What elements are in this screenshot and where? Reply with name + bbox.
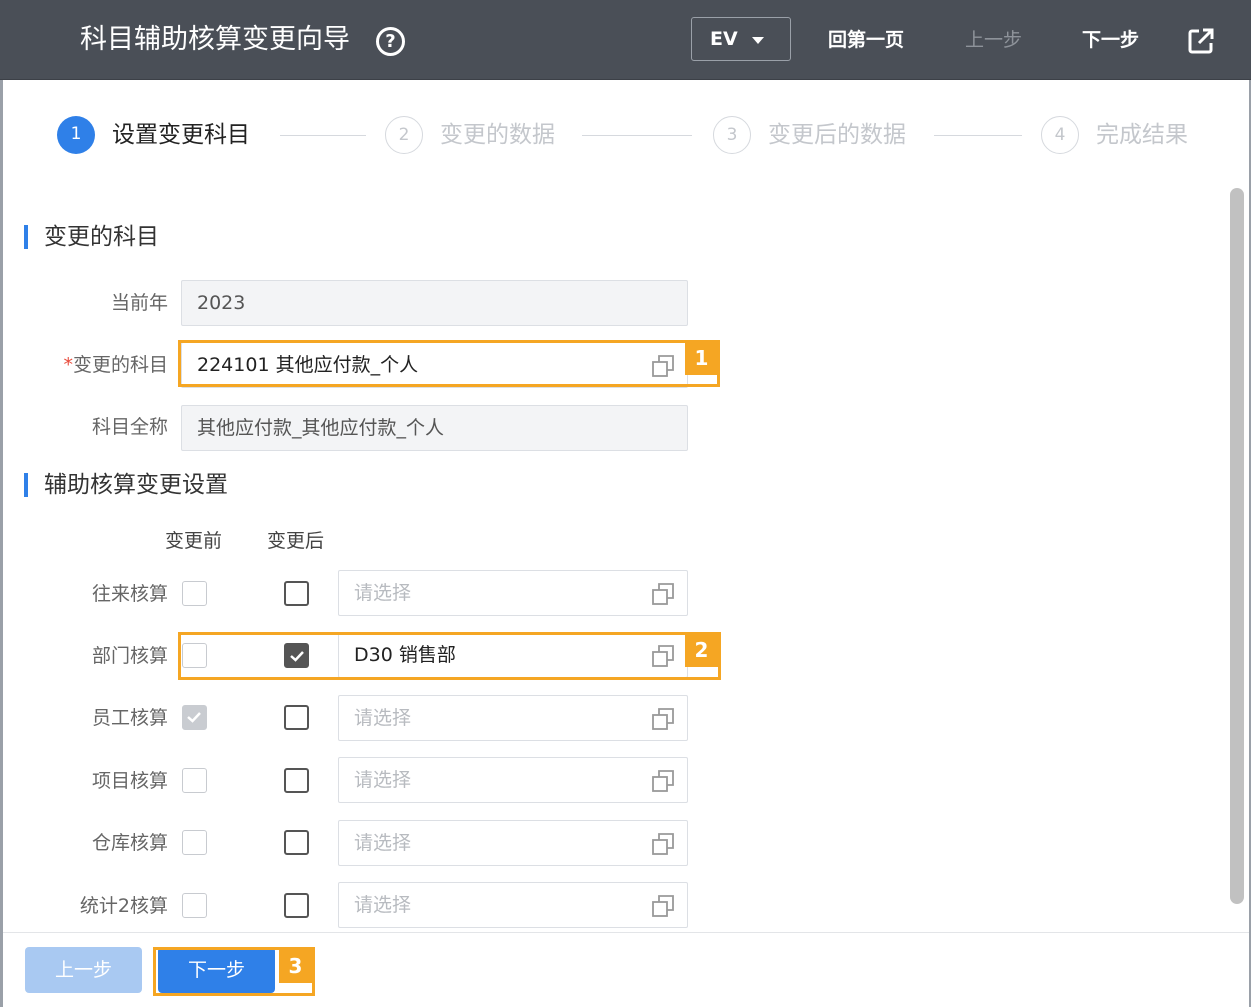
step-4-label: 完成结果 <box>1096 122 1188 148</box>
copy-icon[interactable] <box>651 354 675 378</box>
footer-next-button[interactable]: 下一步 <box>158 947 275 993</box>
header-next-button[interactable]: 下一步 <box>1082 27 1139 53</box>
checkbox-after[interactable] <box>284 830 309 855</box>
step-1-circle: 1 <box>57 116 95 154</box>
select-placeholder: 请选择 <box>354 894 412 916</box>
copy-icon[interactable] <box>651 707 675 731</box>
checkbox-before[interactable] <box>182 768 207 793</box>
annotation-badge-1: 1 <box>685 342 718 375</box>
window-border-left <box>0 80 3 1007</box>
checkbox-before[interactable] <box>182 643 207 668</box>
checkbox-after[interactable] <box>284 705 309 730</box>
step-3-circle: 3 <box>713 116 751 154</box>
step-1-label: 设置变更科目 <box>112 122 250 148</box>
col-header-after: 变更后 <box>267 530 325 552</box>
checkbox-after-checked[interactable] <box>284 643 309 668</box>
wizard-steps: 1 设置变更科目 2 变更的数据 3 变更后的数据 4 完成结果 <box>0 112 1251 158</box>
row-label: 仓库核算 <box>91 832 168 854</box>
subject-input[interactable]: 224101 其他应付款_个人 <box>181 342 688 388</box>
select-input[interactable]: D30 销售部 <box>338 632 688 678</box>
annotation-badge-3: 3 <box>279 950 312 983</box>
copy-icon[interactable] <box>651 894 675 918</box>
footer-prev-button[interactable]: 上一步 <box>25 947 142 993</box>
required-mark: * <box>63 354 73 376</box>
row-label: 项目核算 <box>91 770 168 792</box>
subject-value: 224101 其他应付款_个人 <box>197 354 419 376</box>
section-title-aux: 辅助核算变更设置 <box>24 470 228 500</box>
select-input[interactable]: 请选择 <box>338 695 688 741</box>
step-2-label: 变更的数据 <box>440 122 555 148</box>
row-label: 部门核算 <box>91 645 168 667</box>
ev-dropdown-label: EV <box>710 28 738 50</box>
subject-label-text: 变更的科目 <box>72 354 168 376</box>
select-input[interactable]: 请选择 <box>338 757 688 803</box>
select-value: D30 销售部 <box>354 644 456 666</box>
annotation-badge-2: 2 <box>685 634 718 667</box>
subject-label: *变更的科目 <box>18 351 168 379</box>
wizard-header: 科目辅助核算变更向导 ? EV 回第一页 上一步 下一步 <box>0 0 1251 80</box>
checkbox-after[interactable] <box>284 768 309 793</box>
copy-icon[interactable] <box>651 582 675 606</box>
check-icon <box>187 712 201 723</box>
step-3-label: 变更后的数据 <box>768 122 906 148</box>
checkbox-before-checked <box>182 705 207 730</box>
wizard-title: 科目辅助核算变更向导 <box>80 24 350 55</box>
checkbox-after[interactable] <box>284 893 309 918</box>
step-connector <box>280 135 366 136</box>
col-header-before: 变更前 <box>165 530 223 552</box>
step-2-circle: 2 <box>385 116 423 154</box>
select-input[interactable]: 请选择 <box>338 570 688 616</box>
row-label: 往来核算 <box>91 583 168 605</box>
check-icon <box>290 651 304 662</box>
select-placeholder: 请选择 <box>354 832 412 854</box>
current-year-label: 当前年 <box>110 292 168 314</box>
caret-down-icon <box>752 37 764 44</box>
step-connector <box>934 135 1022 136</box>
select-placeholder: 请选择 <box>354 769 412 791</box>
row-label: 员工核算 <box>91 707 168 729</box>
current-year-field: 2023 <box>181 280 688 326</box>
fullname-label: 科目全称 <box>91 416 168 438</box>
footer-divider <box>3 932 1249 933</box>
step-connector <box>582 135 692 136</box>
select-input[interactable]: 请选择 <box>338 882 688 928</box>
select-placeholder: 请选择 <box>354 707 412 729</box>
help-icon[interactable]: ? <box>376 27 405 56</box>
scrollbar-thumb[interactable] <box>1230 188 1244 904</box>
row-label: 统计2核算 <box>79 895 168 917</box>
checkbox-after[interactable] <box>284 581 309 606</box>
step-4-circle: 4 <box>1041 116 1079 154</box>
copy-icon[interactable] <box>651 644 675 668</box>
back-to-first-button[interactable]: 回第一页 <box>828 27 904 53</box>
copy-icon[interactable] <box>651 769 675 793</box>
checkbox-before[interactable] <box>182 893 207 918</box>
section-title-subject: 变更的科目 <box>24 222 159 252</box>
checkbox-before[interactable] <box>182 830 207 855</box>
select-input[interactable]: 请选择 <box>338 820 688 866</box>
header-prev-button[interactable]: 上一步 <box>965 27 1022 53</box>
fullname-field: 其他应付款_其他应付款_个人 <box>181 405 688 451</box>
select-placeholder: 请选择 <box>354 582 412 604</box>
ev-dropdown[interactable]: EV <box>691 17 791 61</box>
export-icon[interactable] <box>1187 27 1215 55</box>
checkbox-before[interactable] <box>182 581 207 606</box>
copy-icon[interactable] <box>651 832 675 856</box>
